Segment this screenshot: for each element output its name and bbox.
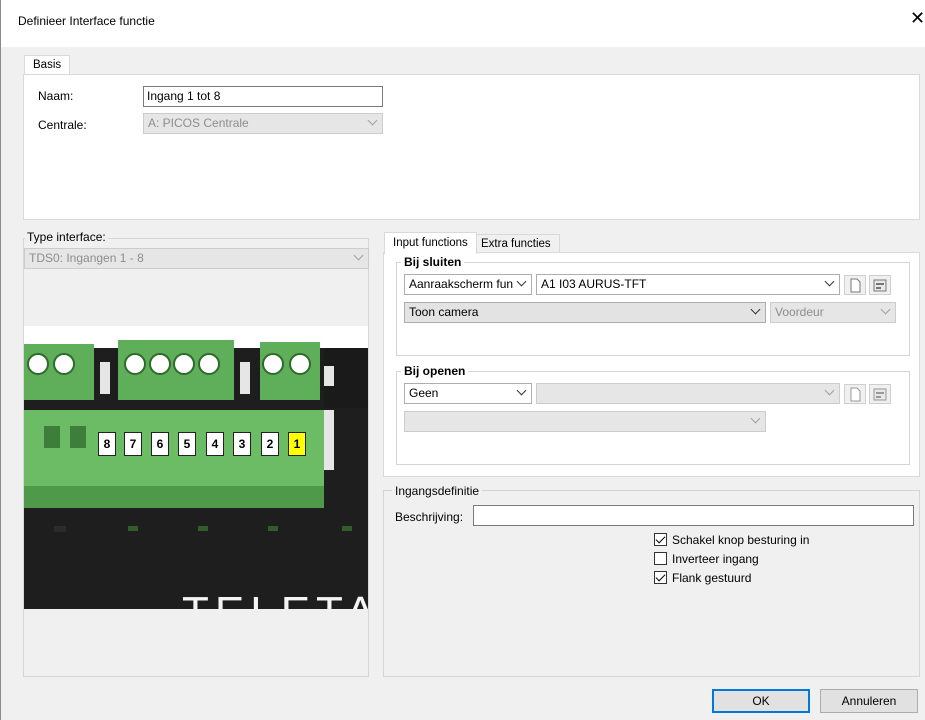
properties-button[interactable] [869, 275, 891, 295]
beschrijving-input[interactable] [473, 505, 914, 526]
naam-input[interactable]: Ingang 1 tot 8 [143, 86, 383, 107]
flank-gestuurd-checkbox[interactable] [654, 571, 667, 584]
terminal-label-8: 8 [98, 432, 116, 456]
bij-sluiten-type-select[interactable]: Aanraakscherm fun [404, 274, 532, 295]
chevron-down-icon [749, 412, 761, 431]
chevron-down-icon [515, 384, 527, 403]
terminal-label-2: 2 [261, 432, 279, 456]
tab-extra-functies[interactable]: Extra functies [472, 234, 560, 254]
bij-openen-type-value: Geen [409, 386, 439, 400]
bij-openen-device-select[interactable] [536, 383, 840, 404]
terminal-label-1-highlighted: 1 [288, 432, 306, 456]
bij-openen-title: Bij openen [401, 364, 469, 378]
new-document-button-2[interactable] [844, 384, 866, 404]
terminal-label-5: 5 [178, 432, 196, 456]
brand-text: TELETA [182, 588, 368, 609]
chevron-down-icon [366, 114, 378, 133]
tab-input-functions[interactable]: Input functions [384, 232, 477, 254]
close-icon[interactable]: ✕ [910, 9, 925, 27]
type-interface-select[interactable]: TDS0: Ingangen 1 - 8 [24, 248, 369, 269]
naam-label: Naam: [38, 89, 74, 103]
chevron-down-icon [823, 275, 835, 294]
centrale-select[interactable]: A: PICOS Centrale [143, 113, 383, 134]
bij-sluiten-device-select[interactable]: A1 I03 AURUS-TFT [536, 274, 840, 295]
terminal-label-4: 4 [206, 432, 224, 456]
centrale-value: A: PICOS Centrale [148, 116, 249, 130]
schakel-knop-checkbox[interactable] [654, 533, 667, 546]
bij-sluiten-camera-value: Voordeur [775, 305, 824, 319]
cancel-button[interactable]: Annuleren [820, 689, 918, 713]
bij-sluiten-action-select[interactable]: Toon camera [404, 302, 766, 323]
flank-gestuurd-label: Flank gestuurd [672, 571, 752, 585]
window-border [0, 0, 1, 720]
bij-sluiten-camera-select[interactable]: Voordeur [770, 302, 896, 323]
properties-icon [873, 279, 887, 292]
new-document-icon [850, 387, 861, 402]
chevron-down-icon [879, 303, 891, 322]
window-title: Definieer Interface functie [18, 14, 155, 28]
beschrijving-label: Beschrijving: [395, 510, 464, 524]
bij-sluiten-type-value: Aanraakscherm fun [409, 277, 514, 291]
properties-button-2[interactable] [869, 384, 891, 404]
bij-openen-type-select[interactable]: Geen [404, 383, 532, 404]
inverteer-ingang-checkbox[interactable] [654, 552, 667, 565]
ok-button[interactable]: OK [712, 689, 810, 713]
terminal-label-7: 7 [124, 432, 142, 456]
tab-basis[interactable]: Basis [24, 55, 71, 75]
terminal-label-6: 6 [151, 432, 169, 456]
inverteer-ingang-label: Inverteer ingang [672, 552, 759, 566]
type-interface-value: TDS0: Ingangen 1 - 8 [29, 251, 144, 265]
bij-openen-action-select[interactable] [404, 411, 766, 432]
device-image: 8 7 6 5 4 3 2 1 TELETA [24, 326, 368, 609]
bij-sluiten-action-value: Toon camera [409, 305, 479, 319]
terminal-block-illustration [24, 326, 368, 609]
type-interface-label: Type interface: [25, 230, 108, 244]
new-document-button[interactable] [844, 275, 866, 295]
chevron-down-icon [749, 303, 761, 322]
terminal-label-3: 3 [233, 432, 251, 456]
chevron-down-icon [823, 384, 835, 403]
centrale-label: Centrale: [38, 118, 87, 132]
chevron-down-icon [515, 275, 527, 294]
schakel-knop-label: Schakel knop besturing in [672, 533, 810, 547]
properties-icon [873, 388, 887, 401]
new-document-icon [850, 278, 861, 293]
ingangsdefinitie-title: Ingangsdefinitie [392, 484, 483, 498]
bij-sluiten-device-value: A1 I03 AURUS-TFT [541, 277, 647, 291]
chevron-down-icon [352, 249, 364, 268]
bij-sluiten-title: Bij sluiten [401, 255, 465, 269]
